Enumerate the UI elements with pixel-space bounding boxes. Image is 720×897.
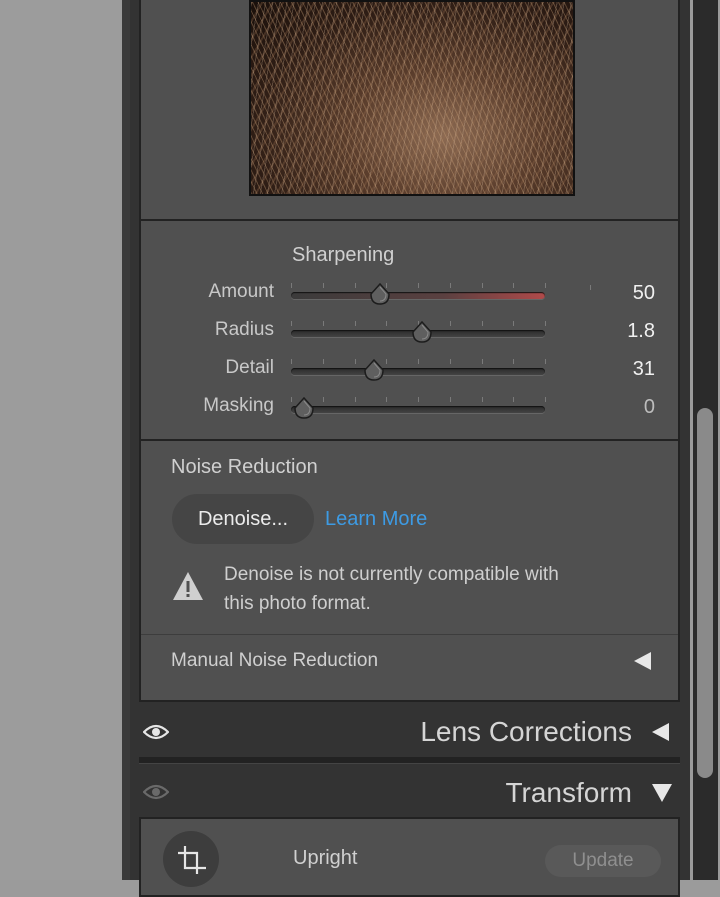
amount-ticks [291, 283, 546, 289]
detail-label: Detail [225, 357, 274, 378]
slider-tick [354, 359, 356, 364]
lens-corrections-header[interactable]: Lens Corrections [139, 704, 680, 756]
update-button[interactable]: Update [545, 845, 661, 877]
slider-tick [291, 321, 292, 326]
slider-tick [418, 283, 419, 288]
detail-ticks [291, 359, 546, 365]
lens-corrections-title[interactable]: Lens Corrections [420, 716, 632, 748]
panel-divider [139, 757, 680, 764]
slider-tick [545, 321, 546, 326]
learn-more-link[interactable]: Learn More [325, 508, 427, 531]
slider-tick [386, 359, 388, 364]
radius-value[interactable]: 1.8 [581, 320, 655, 343]
denoise-button[interactable]: Denoise... [172, 494, 314, 544]
expanded-triangle-icon[interactable] [652, 784, 672, 802]
noise-reduction-title: Noise Reduction [171, 456, 318, 478]
divider [141, 439, 678, 441]
detail-value[interactable]: 31 [581, 358, 655, 381]
amount-extra-tick [590, 285, 591, 290]
detail-slider-thumb[interactable] [363, 359, 385, 381]
transform-panel: Upright Update [139, 817, 680, 897]
slider-tick [513, 359, 515, 364]
masking-value[interactable]: 0 [581, 396, 655, 419]
detail-zoom-preview[interactable] [249, 0, 575, 196]
slider-tick [386, 321, 388, 326]
warning-icon [173, 572, 203, 600]
crop-upright-icon[interactable] [163, 831, 219, 887]
masking-slider-track[interactable] [291, 406, 545, 413]
slider-tick [481, 283, 483, 288]
slider-tick [449, 321, 451, 326]
amount-value[interactable]: 50 [581, 282, 655, 305]
slider-tick [481, 397, 483, 402]
radius-slider-thumb[interactable] [411, 321, 433, 343]
slider-tick [545, 359, 546, 364]
slider-tick [386, 397, 388, 402]
slider-tick [354, 397, 356, 402]
slider-tick [322, 321, 324, 326]
slider-tick [449, 283, 451, 288]
slider-tick [513, 283, 515, 288]
slider-tick [354, 283, 356, 288]
slider-tick [322, 397, 324, 402]
slider-tick [291, 283, 292, 288]
panel-separator [122, 0, 130, 880]
slider-tick [545, 283, 546, 288]
slider-tick [322, 359, 324, 364]
slider-tick [354, 321, 356, 326]
masking-label: Masking [203, 395, 274, 416]
eye-icon[interactable] [143, 724, 169, 740]
eye-icon[interactable] [143, 784, 169, 800]
slider-tick [449, 397, 451, 402]
transform-header[interactable]: Transform [139, 765, 680, 817]
warning-line-2: this photo format. [224, 593, 371, 614]
divider [141, 634, 678, 635]
slider-tick [481, 359, 483, 364]
sharpening-title: Sharpening [292, 244, 395, 266]
slider-tick [513, 397, 515, 402]
slider-tick [322, 283, 324, 288]
photo-canvas-area [0, 0, 122, 880]
manual-noise-reduction-label[interactable]: Manual Noise Reduction [171, 650, 378, 672]
amount-slider-thumb[interactable] [369, 283, 391, 305]
denoise-warning-text: Denoise is not currently compatible with… [224, 560, 644, 618]
warning-line-1: Denoise is not currently compatible with [224, 564, 559, 585]
divider [141, 219, 678, 221]
amount-slider-track[interactable] [291, 292, 545, 299]
slider-tick [545, 397, 546, 402]
masking-slider-thumb[interactable] [293, 397, 315, 419]
expand-triangle-icon[interactable] [634, 652, 651, 670]
slider-tick [291, 359, 292, 364]
radius-label: Radius [214, 319, 274, 340]
masking-ticks [291, 397, 546, 403]
slider-tick [418, 397, 419, 402]
panel-scrollbar-thumb[interactable] [697, 408, 713, 778]
collapse-triangle-icon[interactable] [652, 723, 669, 741]
slider-tick [449, 359, 451, 364]
slider-tick [481, 321, 483, 326]
detail-panel: Sharpening Amount 50 Radius 1.8 Detail 3… [139, 0, 680, 702]
slider-tick [418, 359, 419, 364]
transform-title[interactable]: Transform [505, 777, 632, 809]
slider-tick [513, 321, 515, 326]
slider-tick [291, 397, 292, 402]
upright-label: Upright [293, 847, 358, 869]
amount-label: Amount [208, 281, 274, 302]
detail-slider-track[interactable] [291, 368, 545, 375]
